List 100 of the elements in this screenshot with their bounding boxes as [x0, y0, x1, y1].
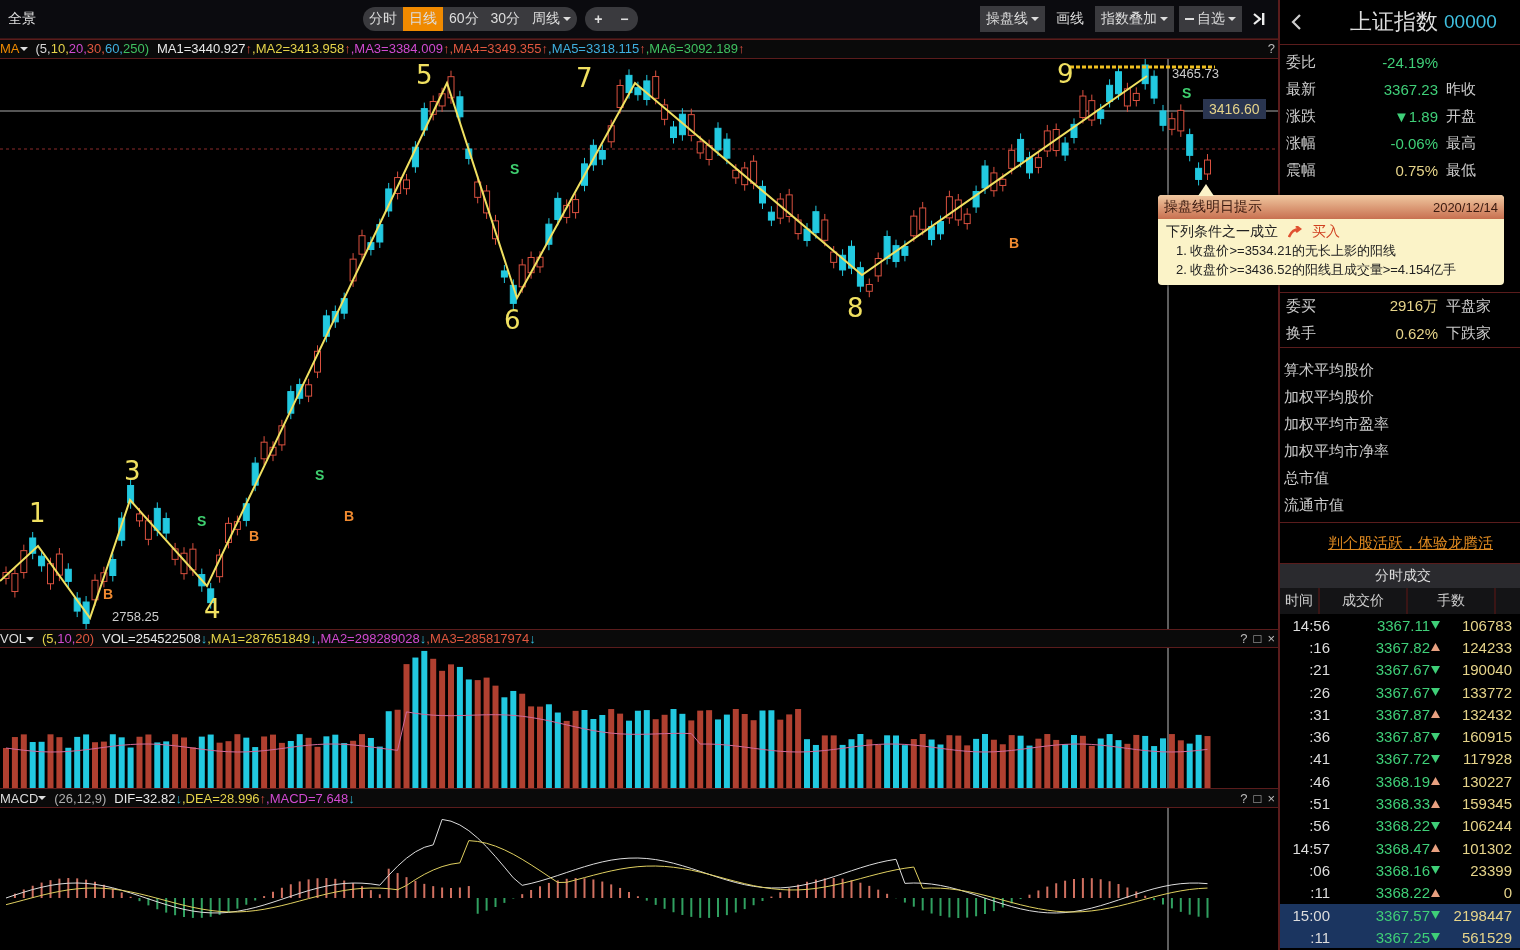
- wave-label: 6: [504, 304, 521, 335]
- trade-row[interactable]: :51 3368.33 159345: [1280, 792, 1520, 815]
- trade-row[interactable]: :11 3368.22 0: [1280, 881, 1520, 904]
- signal-marker: S: [1182, 84, 1192, 101]
- indicator-value: ,MA1=287651849↓: [207, 631, 317, 647]
- trade-row[interactable]: :31 3367.87 132432: [1280, 703, 1520, 726]
- wave-label: 5: [416, 59, 433, 90]
- indicator-select[interactable]: MA: [0, 41, 32, 57]
- tool-button[interactable]: 画线: [1050, 6, 1090, 33]
- wave-label: 8: [847, 292, 864, 323]
- wave-label: 9: [1057, 58, 1074, 89]
- indicator-value: VOL=254522508↓: [102, 631, 208, 647]
- zoom-button[interactable]: +: [585, 7, 612, 32]
- quote-label: 涨幅: [1286, 134, 1317, 153]
- column-header: 手数: [1408, 588, 1496, 614]
- period-tab[interactable]: 30分: [484, 7, 527, 32]
- caret-icon: [26, 635, 34, 642]
- panel-control[interactable]: ×: [1264, 631, 1278, 647]
- pointer-icon: [1198, 184, 1214, 196]
- period-tab[interactable]: 60分: [443, 7, 485, 32]
- period-tab[interactable]: 分时: [363, 7, 403, 32]
- signal-marker: B: [103, 585, 114, 602]
- tooltip-title: 操盘线明日提示: [1164, 198, 1262, 216]
- indicator-value: ,MA3=3384.009↑: [350, 41, 450, 57]
- stat-label: 加权平均股价: [1284, 387, 1375, 407]
- signal-marker: S: [510, 160, 520, 177]
- caret-icon: [1031, 16, 1039, 23]
- quote-value: -24.19%: [1381, 54, 1439, 71]
- quote-label: 委比: [1286, 53, 1317, 72]
- indicator-select[interactable]: VOL: [0, 631, 38, 647]
- trade-row[interactable]: :46 3368.19 130227: [1280, 770, 1520, 793]
- column-header: 成交价: [1320, 588, 1408, 614]
- caret-icon: [19, 45, 28, 52]
- trade-row[interactable]: 14:57 3368.47 101302: [1280, 836, 1520, 860]
- tooltip-date: 2020/12/14: [1432, 199, 1498, 215]
- stat-label: 加权平均市净率: [1284, 441, 1390, 461]
- trade-row[interactable]: :56 3368.22 106244: [1280, 814, 1520, 837]
- quote-label: 委买: [1286, 297, 1317, 316]
- indicator-value: ,MA6=3092.189↑: [645, 41, 745, 57]
- panel-control[interactable]: ?: [1237, 631, 1251, 647]
- tool-button[interactable]: 操盘线: [980, 6, 1045, 33]
- quote-value: 0.75%: [1394, 162, 1439, 179]
- panel-control[interactable]: □: [1250, 790, 1265, 806]
- high-price-label: 3465.73: [1172, 65, 1219, 81]
- indicator-value: ,MA5=3318.115↑: [548, 41, 646, 57]
- caret-icon: [1160, 16, 1168, 23]
- quote-label: 最低: [1446, 161, 1477, 180]
- panel-control[interactable]: □: [1250, 631, 1265, 647]
- period-tab[interactable]: 周线: [526, 7, 578, 32]
- quote-value: 2916万: [1388, 297, 1439, 316]
- stat-label: 加权平均市盈率: [1284, 414, 1390, 434]
- signal-marker: S: [197, 512, 207, 529]
- trade-row[interactable]: :16 3367.82 124233: [1280, 636, 1520, 659]
- trade-row[interactable]: :26 3367.67 133772: [1280, 680, 1520, 704]
- zoom-button[interactable]: −: [611, 7, 638, 32]
- stat-label: 总市值: [1284, 468, 1330, 488]
- column-header: 时间: [1280, 588, 1320, 614]
- help-button[interactable]: ?: [1264, 41, 1278, 57]
- indicator-value: ,MACD=7.648↓: [266, 790, 355, 806]
- panel-control[interactable]: ×: [1264, 790, 1278, 806]
- indicator-value: ,MA3=285817974↓: [426, 631, 536, 647]
- index-code: 00000: [1444, 11, 1497, 33]
- condition-text: 下列条件之一成立: [1166, 223, 1278, 241]
- trade-row[interactable]: 15:00 3367.57 2198447: [1280, 903, 1520, 927]
- index-name: 上证指数: [1350, 8, 1438, 36]
- trade-row[interactable]: :36 3367.87 160915: [1280, 725, 1520, 748]
- tool-button[interactable]: 指数叠加: [1095, 6, 1174, 33]
- trade-row[interactable]: :41 3367.72 117928: [1280, 747, 1520, 771]
- indicator-value: ,MA4=3349.355↑: [449, 41, 549, 57]
- trade-row[interactable]: :11 3367.25 561529: [1280, 926, 1520, 949]
- quote-label: 震幅: [1286, 161, 1317, 180]
- signal-marker: B: [1009, 234, 1020, 251]
- trade-row[interactable]: 14:56 3367.11 106783: [1280, 614, 1520, 637]
- trade-row[interactable]: :21 3367.67 190040: [1280, 658, 1520, 681]
- quote-value: -0.06%: [1389, 135, 1439, 152]
- arrow-icon: [1288, 226, 1302, 238]
- quote-label: 换手: [1286, 324, 1317, 343]
- wave-label: 1: [29, 497, 46, 528]
- trades-tab[interactable]: 分时成交: [1280, 564, 1520, 588]
- indicator-params: (5,10,20): [42, 631, 95, 647]
- quote-label: 开盘: [1446, 107, 1477, 126]
- indicator-value: ,MA2=3413.958↑: [252, 41, 351, 57]
- caret-icon: [563, 16, 572, 23]
- view-title: 全景: [8, 10, 37, 29]
- tool-button[interactable]: 自选: [1179, 6, 1242, 33]
- quote-label: 平盘家: [1446, 297, 1492, 316]
- action-text: 买入: [1312, 223, 1340, 241]
- stat-label: 算术平均股价: [1284, 360, 1375, 380]
- quote-value: ▼1.89: [1392, 108, 1439, 125]
- panel-control[interactable]: ?: [1237, 790, 1251, 806]
- low-price-label: 2758.25: [112, 608, 159, 624]
- quote-label: 昨收: [1446, 80, 1477, 99]
- crosshair-price: 3416.60: [1203, 98, 1266, 119]
- wave-label: 4: [204, 593, 221, 624]
- wave-label: 3: [124, 455, 141, 486]
- quote-label: 最新: [1286, 80, 1317, 99]
- trade-row[interactable]: :06 3368.16 23399: [1280, 859, 1520, 882]
- indicator-select[interactable]: MACD: [0, 790, 51, 806]
- indicator-value: MA1=3440.927↑: [157, 41, 253, 57]
- indicator-value: ,MA2=298289028↓: [316, 631, 427, 647]
